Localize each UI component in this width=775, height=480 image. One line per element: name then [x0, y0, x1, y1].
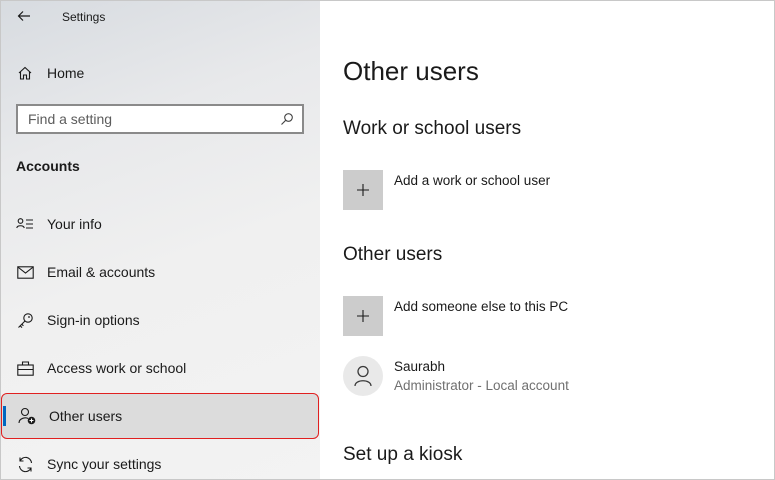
person-icon [354, 365, 372, 387]
kiosk-heading: Set up a kiosk [343, 444, 463, 465]
sidebar-item-home[interactable]: Home [0, 50, 320, 96]
search-input[interactable] [18, 106, 268, 132]
user-account-item[interactable]: Saurabh Administrator - Local account [343, 356, 763, 400]
person-card-icon [16, 215, 34, 233]
key-icon [16, 311, 34, 329]
main-content: Other users Work or school users Add a w… [320, 0, 775, 480]
sidebar-item-label: Your info [47, 216, 102, 232]
user-name: Saurabh [394, 359, 446, 374]
sidebar-item-email-accounts[interactable]: Email & accounts [0, 249, 320, 295]
sidebar-item-label: Access work or school [47, 360, 187, 376]
app-title: Settings [62, 10, 106, 24]
add-tile [343, 170, 383, 210]
section-heading: Accounts [16, 158, 80, 174]
sidebar-item-other-users[interactable]: Other users [1, 393, 319, 439]
plus-icon [357, 184, 369, 196]
sidebar-item-your-info[interactable]: Your info [0, 201, 320, 247]
back-arrow-icon [17, 11, 30, 21]
title-bar: Settings [0, 0, 320, 34]
briefcase-icon [16, 359, 34, 377]
sync-icon [16, 455, 34, 473]
home-icon [16, 64, 34, 82]
add-someone-else-button[interactable]: Add someone else to this PC [343, 296, 763, 336]
work-school-users-heading: Work or school users [343, 118, 522, 139]
sidebar-item-sync-settings[interactable]: Sync your settings [0, 441, 320, 480]
add-tile [343, 296, 383, 336]
add-work-school-user-button[interactable]: Add a work or school user [343, 170, 763, 210]
sidebar-item-label: Home [47, 65, 85, 81]
mail-icon [16, 263, 34, 281]
page-title: Other users [343, 56, 479, 86]
person-add-icon [18, 407, 36, 425]
other-users-heading: Other users [343, 244, 443, 265]
sidebar-item-label: Other users [49, 408, 123, 424]
sidebar-item-access-work-school[interactable]: Access work or school [0, 345, 320, 391]
sidebar-item-label: Email & accounts [47, 264, 156, 280]
add-someone-else-label: Add someone else to this PC [394, 299, 569, 314]
search-icon[interactable] [280, 112, 294, 126]
sidebar-item-label: Sign-in options [47, 312, 140, 328]
user-account-type: Administrator - Local account [394, 378, 569, 393]
search-box [16, 104, 304, 134]
plus-icon [357, 310, 369, 322]
sidebar-item-sign-in-options[interactable]: Sign-in options [0, 297, 320, 343]
back-button[interactable] [12, 4, 36, 28]
sidebar: Settings Home Accounts Your info [0, 0, 320, 480]
sidebar-item-label: Sync your settings [47, 456, 162, 472]
avatar [343, 356, 383, 396]
add-work-school-user-label: Add a work or school user [394, 173, 551, 188]
